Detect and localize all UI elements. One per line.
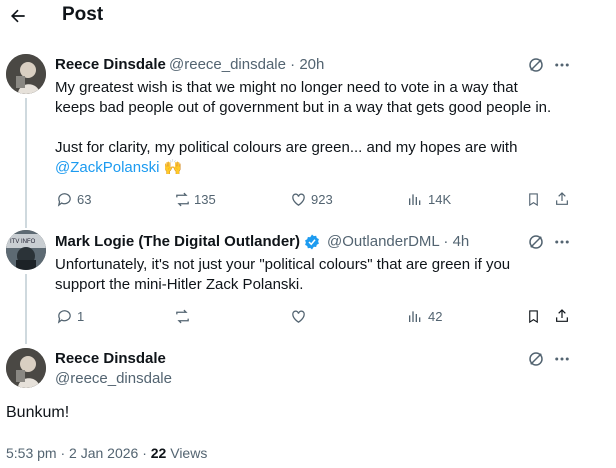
like-icon[interactable]	[289, 307, 307, 325]
repost-icon[interactable]	[172, 307, 192, 325]
like-count: 923	[311, 192, 333, 207]
more-icon[interactable]	[552, 55, 572, 75]
tweet-text-line: Just for clarity, my political colours a…	[55, 139, 518, 156]
avatar[interactable]	[6, 54, 46, 94]
repost-icon[interactable]	[172, 190, 192, 208]
views-icon[interactable]	[406, 190, 424, 208]
grok-icon[interactable]	[526, 349, 546, 369]
share-icon[interactable]	[553, 190, 571, 208]
bookmark-icon[interactable]	[524, 307, 542, 325]
more-icon[interactable]	[552, 349, 572, 369]
reply-count: 63	[77, 192, 92, 207]
share-icon[interactable]	[553, 307, 571, 325]
back-button[interactable]	[6, 4, 30, 28]
verified-badge-icon	[302, 232, 322, 252]
author-handle[interactable]: @reece_dinsdale · 20h	[169, 56, 324, 73]
thread-line	[25, 274, 27, 344]
avatar[interactable]: ITV INFO	[6, 230, 46, 270]
bookmark-icon[interactable]	[524, 190, 542, 208]
reply-icon[interactable]	[55, 190, 73, 208]
page-title: Post	[62, 4, 104, 25]
post-timestamp[interactable]: 5:53 pm · 2 Jan 2026 · 22 Views	[6, 445, 207, 461]
grok-icon[interactable]	[526, 55, 546, 75]
author-handle[interactable]: @reece_dinsdale	[55, 370, 172, 387]
post-text: Bunkum!	[6, 404, 70, 421]
thread-line	[25, 98, 27, 228]
tweet-text-mention-line: @ZackPolanski 🙌	[55, 158, 182, 178]
reply-count: 1	[77, 309, 85, 324]
post-header: Post	[0, 0, 616, 36]
more-icon[interactable]	[552, 232, 572, 252]
reply-icon[interactable]	[55, 307, 73, 325]
views-count: 22	[150, 445, 167, 461]
tweet-text-line: Unfortunately, it's not just your "polit…	[55, 256, 511, 273]
avatar[interactable]	[6, 348, 46, 388]
raised-hands-emoji: 🙌	[163, 159, 183, 176]
svg-text:ITV INFO: ITV INFO	[10, 239, 36, 245]
views-count: 42	[428, 309, 443, 324]
tweet-text-line: support the mini-Hitler Zack Polanski.	[55, 276, 304, 293]
repost-count: 135	[194, 192, 216, 207]
author-handle[interactable]: @OutlanderDML · 4h	[327, 233, 469, 250]
author-name[interactable]: Reece Dinsdale	[55, 350, 166, 367]
like-icon[interactable]	[289, 190, 307, 208]
tweet-text-line: keeps bad people out of government but i…	[55, 99, 552, 116]
author-name[interactable]: Mark Logie (The Digital Outlander)	[55, 233, 300, 250]
mention-link[interactable]: @ZackPolanski	[55, 159, 159, 176]
grok-icon[interactable]	[526, 232, 546, 252]
views-icon[interactable]	[406, 307, 424, 325]
tweet-text-line: My greatest wish is that we might no lon…	[55, 79, 518, 96]
views-count: 14K	[428, 192, 452, 207]
arrow-left-icon	[11, 9, 25, 23]
author-name[interactable]: Reece Dinsdale	[55, 56, 166, 73]
